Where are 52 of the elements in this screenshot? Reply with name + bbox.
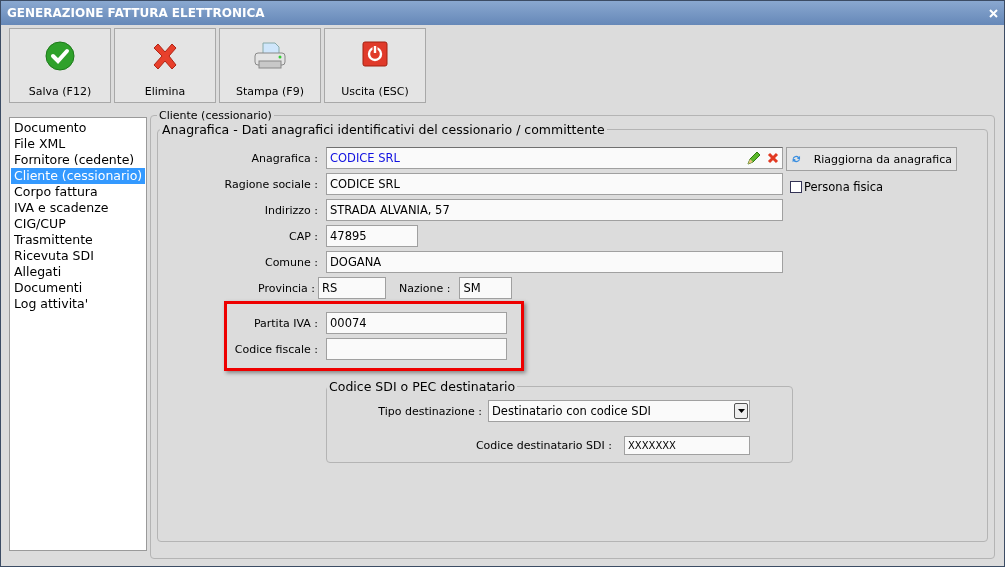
close-icon[interactable]: [989, 8, 998, 18]
checkmark-icon: [45, 41, 75, 71]
toolbar-button[interactable]: Stampa (F9): [219, 28, 321, 103]
list-item[interactable]: Ricevuta SDI: [11, 248, 145, 264]
printer-icon: [253, 41, 287, 71]
toolbar-button[interactable]: Salva (F12): [9, 28, 111, 103]
delete-icon[interactable]: [767, 152, 779, 164]
list-item[interactable]: Corpo fattura: [11, 184, 145, 200]
field-label: CAP :: [287, 229, 318, 243]
list-item[interactable]: CIG/CUP: [11, 216, 145, 232]
field-label: Ragione sociale :: [223, 177, 318, 191]
field-label: Tipo destinazione :: [377, 404, 482, 418]
list-item[interactable]: Allegati: [11, 264, 145, 280]
text-field[interactable]: STRADA ALVANIA, 57: [326, 199, 783, 221]
group-title: Anagrafica - Dati anagrafici identificativi del cessionario / committente: [161, 122, 606, 137]
refresh-button[interactable]: Riaggiorna da anagrafica: [786, 147, 957, 171]
field-label: Indirizzo :: [263, 203, 318, 217]
text-field[interactable]: XXXXXXX: [624, 436, 750, 455]
field-label: Nazione :: [399, 281, 451, 295]
field-label: Codice fiscale :: [233, 342, 318, 356]
list-item[interactable]: Fornitore (cedente): [11, 152, 145, 168]
text-field[interactable]: RS: [318, 277, 386, 299]
checkbox[interactable]: [790, 181, 802, 193]
checkbox-label: Persona fisica: [804, 180, 884, 194]
caret-icon: [737, 409, 745, 413]
field-label: Codice destinatario SDI :: [474, 439, 612, 452]
field-label: Partita IVA :: [252, 316, 318, 330]
pencil-icon[interactable]: [747, 151, 761, 165]
toolbar-button[interactable]: Uscita (ESC): [324, 28, 426, 103]
refresh-icon: [792, 155, 801, 163]
list-item[interactable]: Documenti: [11, 280, 145, 296]
anagrafica-field[interactable]: CODICE SRL: [326, 147, 783, 169]
group-title: Codice SDI o PEC destinatario: [328, 379, 517, 394]
text-field[interactable]: 47895: [326, 225, 418, 247]
group-title: Cliente (cessionario): [158, 109, 273, 122]
toolbar-button[interactable]: Elimina: [114, 28, 216, 103]
dropdown[interactable]: Destinatario con codice SDI: [488, 400, 750, 422]
window-title: GENERAZIONE FATTURA ELETTRONICA: [7, 6, 265, 20]
list-item[interactable]: Documento: [11, 120, 145, 136]
list-item[interactable]: IVA e scadenze: [11, 200, 145, 216]
field-label: Provincia :: [256, 281, 315, 295]
text-field[interactable]: [326, 338, 507, 360]
field-label: Anagrafica :: [250, 151, 318, 165]
list-item[interactable]: Trasmittente: [11, 232, 145, 248]
text-field[interactable]: 00074: [326, 312, 507, 334]
text-field[interactable]: SM: [459, 277, 513, 299]
list-item[interactable]: File XML: [11, 136, 145, 152]
list-item[interactable]: Log attivita': [11, 296, 145, 312]
field-label: Comune :: [263, 255, 318, 269]
text-field[interactable]: DOGANA: [326, 251, 783, 273]
power-icon: [362, 41, 388, 67]
text-field[interactable]: CODICE SRL: [326, 173, 783, 195]
